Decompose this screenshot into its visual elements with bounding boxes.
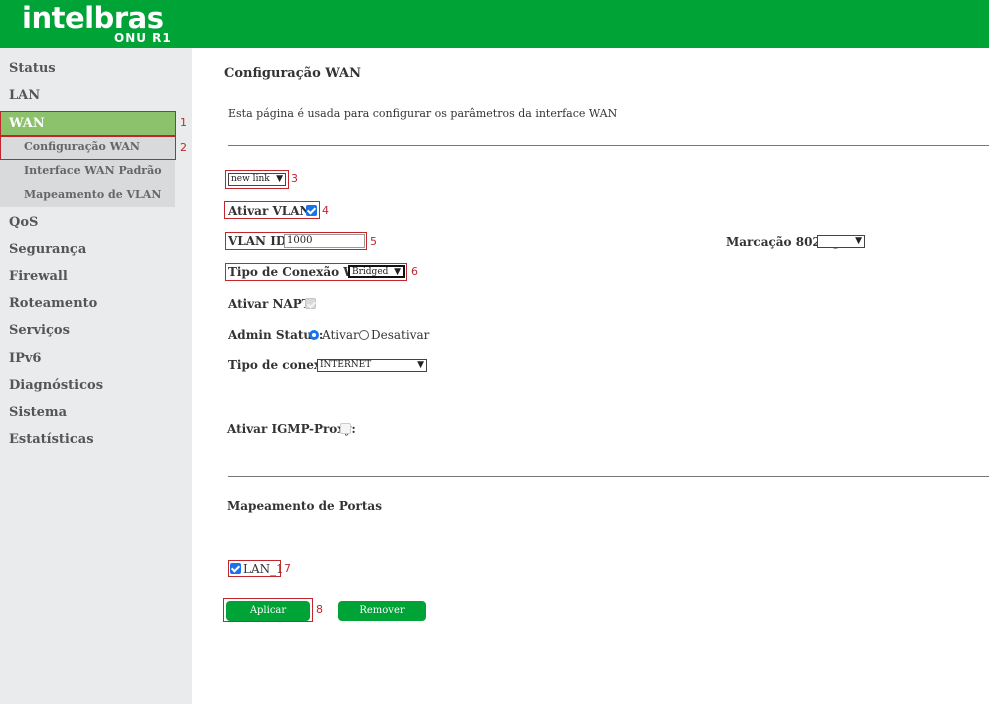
annotation-box-apply [223,598,313,622]
sidebar-item-lan[interactable]: LAN [0,83,192,108]
sidebar-item-status[interactable]: Status [0,56,192,81]
annotation-box-vlan-id [225,232,367,250]
intelbras-logo: intelbras ONU R1 [22,1,171,45]
page-description: Esta página é usada para configurar os p… [228,107,618,120]
sidebar-item-qos[interactable]: QoS [0,210,192,235]
igmp-proxy-checkbox [340,423,351,434]
sidebar-item-estatisticas[interactable]: Estatísticas [0,427,192,452]
sidebar-item-servicos[interactable]: Serviços [0,318,192,343]
igmp-proxy-label: Ativar IGMP-Proxy: [227,422,356,436]
annotation-marker-5: 5 [370,235,377,248]
remove-button[interactable]: Remover [338,601,426,621]
sidebar-item-firewall[interactable]: Firewall [0,264,192,289]
logo-text: intelbras [22,1,164,35]
annotation-box-link [225,170,289,189]
sidebar-item-ipv6[interactable]: IPv6 [0,346,192,371]
chevron-down-icon: ▼ [417,360,424,370]
annotation-marker-8: 8 [316,603,323,616]
divider-top [228,145,989,146]
connection-kind-value: INTERNET [320,360,372,370]
annotation-box-vlan [224,201,320,219]
connection-kind-select[interactable]: INTERNET ▼ [317,359,427,372]
annotation-box-lan1 [228,560,281,577]
divider-middle [228,476,989,477]
admin-status-on-label: Ativar [322,328,359,342]
page-title: Configuração WAN [224,66,362,81]
napt-checkbox [305,298,316,309]
annotation-marker-3: 3 [291,172,298,185]
admin-status-off-radio[interactable] [359,330,369,340]
annotation-box-wan [0,111,176,136]
annotation-marker-7: 7 [284,562,291,575]
annotation-box-configuracao-wan [0,136,176,160]
port-mapping-title: Mapeamento de Portas [227,499,382,513]
sidebar-subitem-interface-wan-padrao[interactable]: Interface WAN Padrão [0,159,175,183]
napt-label: Ativar NAPT: [228,297,315,311]
sidebar-item-roteamento[interactable]: Roteamento [0,291,192,316]
annotation-marker-1: 1 [180,116,187,129]
chevron-down-icon: ▼ [855,236,862,246]
admin-status-on-radio[interactable] [309,330,319,340]
marking-8021p-select[interactable]: ▼ [817,235,865,248]
annotation-box-connection-type [225,263,407,281]
annotation-marker-6: 6 [411,265,418,278]
top-header: intelbras ONU R1 [0,0,989,48]
sidebar-item-sistema[interactable]: Sistema [0,400,192,425]
annotation-marker-2: 2 [180,141,187,154]
sidebar-subitem-mapeamento-vlan[interactable]: Mapeamento de VLAN [0,183,175,207]
sidebar-item-seguranca[interactable]: Segurança [0,237,192,262]
admin-status-off-label: Desativar [371,328,430,342]
annotation-marker-4: 4 [322,204,329,217]
logo-model: ONU R1 [114,31,172,45]
sidebar-item-diagnosticos[interactable]: Diagnósticos [0,373,192,398]
